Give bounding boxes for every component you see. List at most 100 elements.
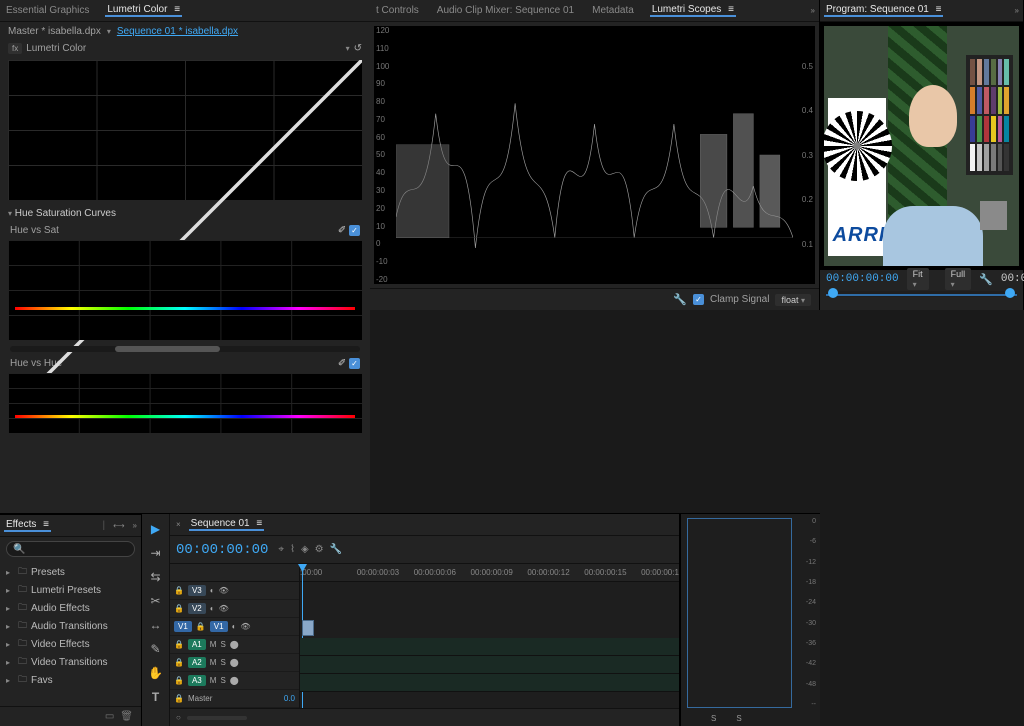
tab-audio-mixer[interactable]: Audio Clip Mixer: Sequence 01 [435,5,576,16]
clamp-signal-checkbox[interactable]: ✓ [693,294,704,305]
waveform-scope[interactable]: 1201101009080706050403020100-10-20 0.50.… [374,26,815,284]
tab-essential-graphics[interactable]: Essential Graphics [4,5,91,16]
timeline-menu-icon[interactable]: × [176,520,181,529]
solo-left[interactable]: S [711,714,716,723]
toggle-output-icon[interactable]: ◐ [210,604,215,613]
mute-button[interactable]: M [210,676,217,685]
eye-icon[interactable]: 👁 [219,586,229,595]
eye-icon[interactable]: 👁 [219,604,229,613]
zoom-dropdown[interactable]: Fit ▾ [907,268,929,290]
settings-icon[interactable]: ⚙ [315,544,324,555]
effects-tree[interactable]: ▸🗀Presets▸🗀Lumetri Presets▸🗀Audio Effect… [0,561,141,706]
effects-folder[interactable]: ▸🗀Audio Effects [6,599,135,617]
linked-selection-icon[interactable]: ⌇ [290,544,295,555]
lock-icon[interactable]: 🔒 [174,658,184,667]
audio-meter[interactable] [687,518,792,708]
hand-tool-icon[interactable]: ✋ [147,664,165,682]
solo-button[interactable]: S [220,640,225,649]
playhead-icon[interactable] [828,288,838,298]
sequence-clip-link[interactable]: Sequence 01 * isabella.dpx [117,26,238,37]
track-v1[interactable]: V1 [210,621,228,632]
scope-axis-right: 0.50.40.30.20.1 [793,26,813,284]
tab-program[interactable]: Program: Sequence 01 ≡ [824,4,943,17]
razor-tool-icon[interactable]: ✂ [147,592,165,610]
tab-effects[interactable]: Effects ≡ [4,519,51,532]
track-master[interactable]: Master [188,694,212,703]
slip-tool-icon[interactable]: ↔ [147,616,165,634]
scope-settings-icon[interactable]: 🔧 [673,293,687,306]
fx-badge[interactable]: fx [8,43,22,54]
zoom-out-icon[interactable]: ○ [176,713,181,722]
effects-folder[interactable]: ▸🗀Audio Transitions [6,617,135,635]
effects-folder[interactable]: ▸🗀Video Effects [6,635,135,653]
new-bin-icon[interactable]: ▭ [105,711,114,722]
scope-mode-dropdown[interactable]: float ▾ [775,294,811,306]
tab-sequence[interactable]: Sequence 01 ≡ [189,518,265,531]
hue-vs-hue-curve[interactable] [8,373,362,433]
effects-folder[interactable]: ▸🗀Presets [6,563,135,581]
track-v3[interactable]: V3 [188,585,206,596]
lock-icon[interactable]: 🔒 [174,676,184,685]
effect-menu-icon[interactable]: ▾ [346,44,350,53]
hue-scrollbar[interactable] [10,346,360,352]
type-tool-icon[interactable]: T [147,688,165,706]
solo-button[interactable]: S [220,658,225,667]
solo-button[interactable]: S [220,676,225,685]
video-clip[interactable] [302,620,314,636]
eye-icon[interactable]: 👁 [240,622,250,631]
lock-icon[interactable]: 🔒 [174,604,184,613]
effects-folder[interactable]: ▸🗀Video Transitions [6,653,135,671]
timeline-zoom-slider[interactable] [187,716,247,720]
selection-tool-icon[interactable]: ▶ [147,520,165,538]
reset-effect-icon[interactable]: ↺ [354,43,362,54]
timeline-timecode[interactable]: 00:00:00:00 [176,542,268,558]
track-a1[interactable]: A1 [188,639,206,650]
solo-right[interactable]: S [736,714,741,723]
delete-icon[interactable]: 🗑 [120,711,133,722]
record-icon[interactable]: ⬤ [230,640,239,649]
timeline-tracks-area[interactable]: :00:0000:00:00:0300:00:00:0600:00:00:090… [300,564,679,708]
rgb-curve[interactable] [8,60,362,200]
ripple-tool-icon[interactable]: ⇆ [147,568,165,586]
toggle-output-icon[interactable]: ◐ [210,586,215,595]
track-a2[interactable]: A2 [188,657,206,668]
tab-metadata[interactable]: Metadata [590,5,636,16]
lock-icon[interactable]: 🔒 [174,694,184,703]
panel-menu-icon[interactable]: » [1015,6,1019,15]
source-v1[interactable]: V1 [174,621,192,632]
mute-button[interactable]: M [210,658,217,667]
record-icon[interactable]: ⬤ [230,676,239,685]
toggle-output-icon[interactable]: ◐ [232,622,237,631]
master-value[interactable]: 0.0 [284,694,295,703]
program-timecode-left[interactable]: 00:00:00:00 [826,273,899,285]
record-icon[interactable]: ⬤ [230,658,239,667]
panel-menu-icon[interactable]: » [811,6,815,15]
snap-icon[interactable]: ⌖ [278,544,284,555]
timeline-ruler[interactable]: :00:0000:00:00:0300:00:00:0600:00:00:090… [300,564,679,582]
resolution-dropdown[interactable]: Full ▾ [945,268,972,290]
waveform-trace [396,31,793,279]
lock-icon[interactable]: 🔒 [174,640,184,649]
effects-search-input[interactable]: 🔍 [6,541,135,557]
tab-lumetri-color[interactable]: Lumetri Color ≡ [105,4,182,17]
monitor-settings-icon[interactable]: 🔧 [979,273,993,286]
pen-tool-icon[interactable]: ✎ [147,640,165,658]
marker-icon[interactable]: ◈ [301,544,309,555]
search-icon: 🔍 [13,544,25,555]
panel-menu-icon[interactable]: » [133,521,137,530]
track-a3[interactable]: A3 [188,675,206,686]
effects-folder[interactable]: ▸🗀Lumetri Presets [6,581,135,599]
lock-icon[interactable]: 🔒 [196,622,206,631]
tab-lumetri-scopes[interactable]: Lumetri Scopes ≡ [650,4,736,17]
mute-button[interactable]: M [210,640,217,649]
track-v2[interactable]: V2 [188,603,206,614]
track-headers: 🔒V3◐👁 🔒V2◐👁 V1🔒V1◐👁 🔒A1MS⬤ 🔒A2MS⬤ 🔒A3MS⬤… [170,564,300,708]
program-video-frame[interactable]: ARRI [824,26,1019,266]
wrench-icon[interactable]: 🔧 [330,544,342,555]
tab-controls[interactable]: t Controls [374,5,421,16]
lock-icon[interactable]: 🔒 [174,586,184,595]
track-select-tool-icon[interactable]: ⇥ [147,544,165,562]
effects-folder[interactable]: ▸🗀Favs [6,671,135,689]
hue-vs-sat-curve[interactable] [8,240,362,340]
program-scrubber[interactable] [826,291,1017,297]
